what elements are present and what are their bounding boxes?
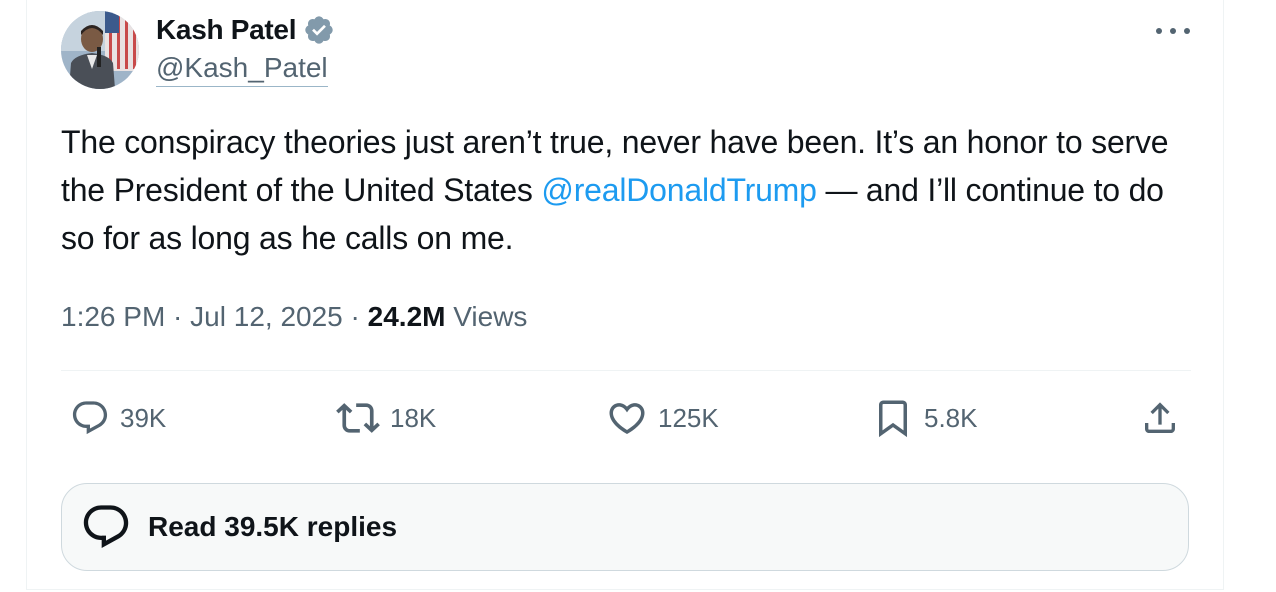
tweet-meta: 1:26 PM · Jul 12, 2025 · 24.2M Views	[61, 297, 527, 337]
name-row: Kash Patel	[156, 10, 335, 50]
views-count: 24.2M	[367, 301, 446, 332]
like-icon	[609, 403, 645, 435]
meta-separator: ·	[165, 301, 191, 332]
like-button[interactable]: 125K	[606, 396, 719, 440]
bookmark-icon	[879, 400, 907, 438]
profile-photo	[61, 11, 139, 89]
read-replies-button[interactable]: Read 39.5K replies	[61, 483, 1189, 571]
verified-badge-icon	[303, 14, 335, 46]
repost-count: 18K	[390, 402, 437, 433]
reply-button[interactable]: 39K	[70, 396, 166, 440]
views-label: Views	[445, 301, 528, 332]
handle[interactable]: @Kash_Patel	[156, 50, 328, 87]
more-dot	[1170, 28, 1176, 34]
tweet-date[interactable]: Jul 12, 2025	[190, 301, 343, 332]
more-icon[interactable]	[1156, 20, 1190, 42]
display-name[interactable]: Kash Patel	[156, 14, 296, 46]
tweet-text: The conspiracy theories just aren’t true…	[61, 118, 1201, 262]
mention-link[interactable]: @realDonaldTrump	[541, 172, 817, 208]
bookmark-button[interactable]: 5.8K	[872, 396, 978, 440]
reply-bubble-icon	[83, 505, 129, 549]
meta-separator: ·	[342, 301, 368, 332]
share-button[interactable]	[1140, 398, 1180, 443]
tweet-time[interactable]: 1:26 PM	[61, 301, 165, 332]
divider	[61, 370, 1191, 371]
more-dot	[1156, 28, 1162, 34]
read-replies-label: Read 39.5K replies	[148, 511, 398, 542]
reply-icon	[72, 401, 108, 435]
more-dot	[1184, 28, 1190, 34]
reply-count: 39K	[120, 402, 167, 433]
bookmark-count: 5.8K	[924, 402, 978, 433]
avatar[interactable]	[61, 11, 139, 89]
share-icon	[1145, 402, 1175, 433]
like-count: 125K	[658, 402, 719, 433]
repost-button[interactable]: 18K	[336, 396, 436, 440]
repost-icon	[336, 403, 380, 433]
